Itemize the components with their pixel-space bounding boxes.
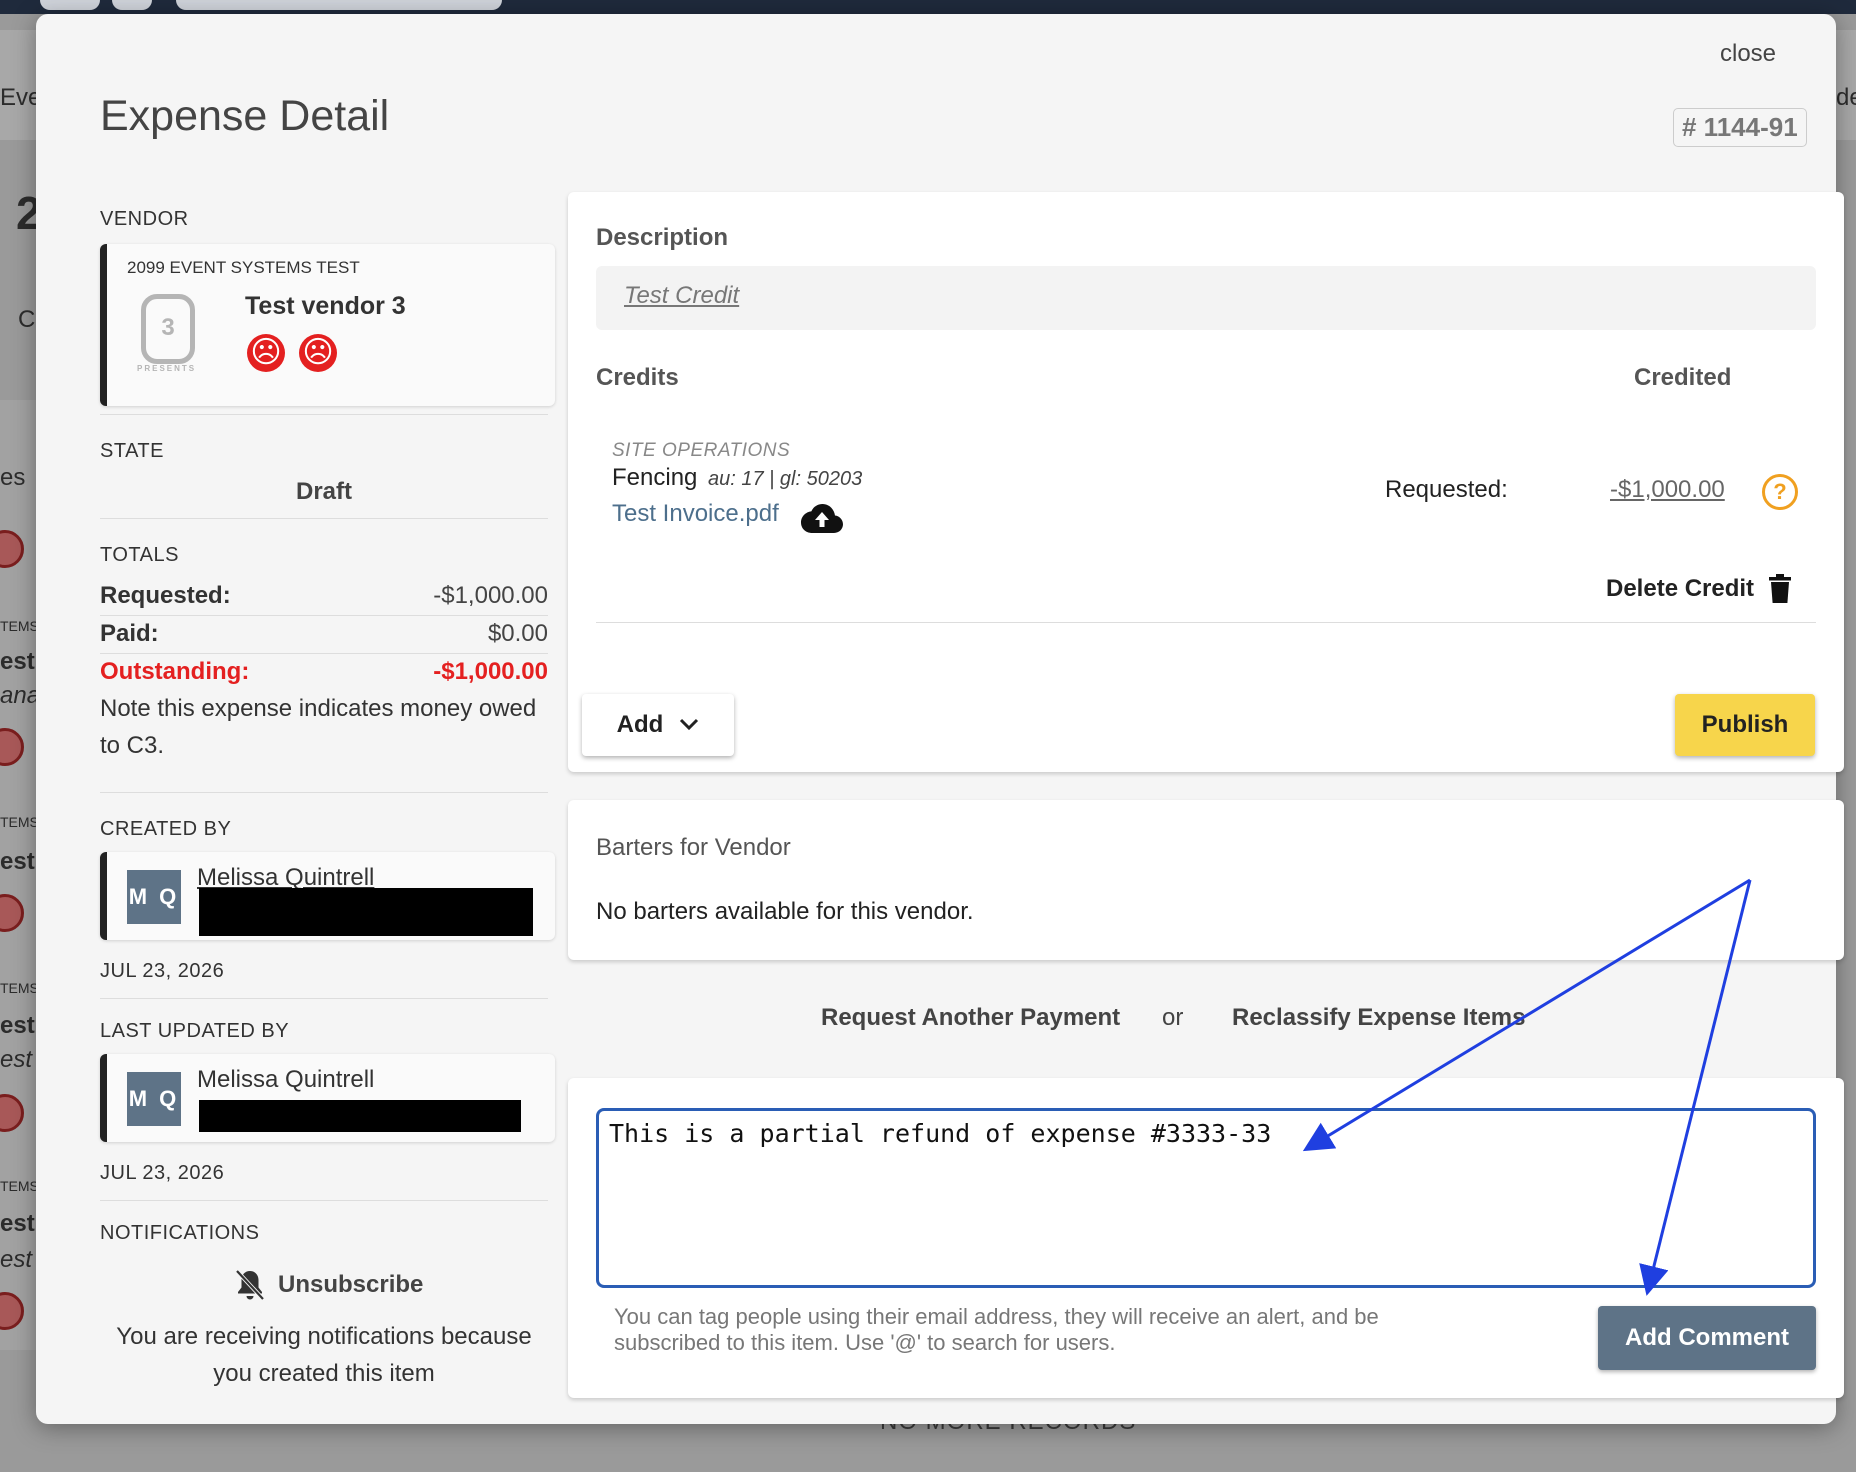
comment-help-text: You can tag people using their email add… bbox=[614, 1304, 1379, 1355]
bell-off-icon bbox=[235, 1269, 265, 1301]
add-dropdown-button[interactable]: Add bbox=[582, 694, 734, 756]
row-divider bbox=[100, 653, 548, 654]
credit-row-divider bbox=[596, 622, 1816, 623]
background-fragment: est bbox=[0, 1246, 33, 1273]
background-fragment: es bbox=[0, 464, 26, 491]
section-divider bbox=[100, 414, 548, 415]
vendor-organization: 2099 EVENT SYSTEMS TEST bbox=[127, 258, 360, 277]
description-value[interactable]: Test Credit bbox=[624, 282, 739, 310]
background-fragment: TEMS bbox=[0, 1178, 39, 1194]
totals-requested-value: -$1,000.00 bbox=[433, 582, 548, 609]
comment-panel: This is a partial refund of expense #333… bbox=[568, 1078, 1844, 1398]
created-by-card[interactable]: M Q Melissa Quintrell bbox=[100, 852, 555, 940]
credit-item-meta: au: 17 | gl: 50203 bbox=[708, 468, 863, 490]
section-divider bbox=[100, 518, 548, 519]
expense-number-badge: # 1144-91 bbox=[1673, 108, 1807, 147]
totals-requested-label: Requested: bbox=[100, 582, 231, 609]
notifications-note: You are receiving notifications because … bbox=[116, 1323, 532, 1387]
description-field[interactable]: Test Credit bbox=[596, 266, 1816, 330]
totals-note: Note this expense indicates money owed t… bbox=[100, 695, 537, 759]
last-updated-name: Melissa Quintrell bbox=[197, 1066, 375, 1093]
app-search-bar bbox=[176, 0, 502, 10]
last-updated-date: JUL 23, 2026 bbox=[100, 1162, 225, 1184]
avatar: M Q bbox=[127, 1072, 181, 1126]
section-divider bbox=[100, 792, 548, 793]
totals-requested-row: Requested: -$1,000.00 bbox=[100, 582, 548, 610]
vendor-logo-letter: 3 bbox=[161, 314, 175, 341]
background-header-fragment: de bbox=[1836, 84, 1856, 111]
credit-panel: Description Test Credit Credits Credited… bbox=[568, 192, 1844, 772]
publish-button[interactable]: Publish bbox=[1675, 694, 1815, 756]
close-link[interactable]: close bbox=[1720, 40, 1776, 68]
redacted-email bbox=[199, 1100, 521, 1132]
trash-icon bbox=[1769, 574, 1792, 603]
section-divider bbox=[100, 1200, 548, 1201]
vendor-logo-caption: PRESENTS bbox=[137, 364, 197, 373]
delete-credit-button[interactable]: Delete Credit bbox=[1606, 574, 1792, 604]
comment-textarea[interactable]: This is a partial refund of expense #333… bbox=[596, 1108, 1816, 1288]
totals-section-label: TOTALS bbox=[100, 544, 179, 566]
notifications-section-label: NOTIFICATIONS bbox=[100, 1222, 260, 1244]
background-fragment: TEMS bbox=[0, 980, 39, 996]
state-section-label: STATE bbox=[100, 440, 164, 462]
add-comment-button[interactable]: Add Comment bbox=[1598, 1306, 1816, 1370]
actions-or-text: or bbox=[1162, 1004, 1184, 1031]
row-divider bbox=[100, 615, 548, 616]
redacted-email bbox=[199, 888, 533, 936]
description-label: Description bbox=[596, 224, 729, 251]
totals-paid-label: Paid: bbox=[100, 620, 159, 647]
created-date: JUL 23, 2026 bbox=[100, 960, 225, 982]
chevron-down-icon bbox=[680, 718, 699, 731]
credited-header: Credited bbox=[1634, 364, 1732, 391]
attachment-link[interactable]: Test Invoice.pdf bbox=[612, 500, 779, 528]
expense-detail-modal: close Expense Detail # 1144-91 VENDOR 20… bbox=[36, 14, 1844, 1424]
vendor-card[interactable]: 2099 EVENT SYSTEMS TEST 3 PRESENTS Test … bbox=[100, 244, 555, 406]
sad-face-icon: ☹ bbox=[247, 334, 285, 372]
section-divider bbox=[100, 998, 548, 999]
unsubscribe-label: Unsubscribe bbox=[278, 1271, 424, 1298]
credit-department: SITE OPERATIONS bbox=[612, 440, 791, 461]
cloud-upload-icon[interactable] bbox=[800, 502, 844, 534]
app-top-tab bbox=[40, 0, 100, 10]
credit-item-name: Fencing bbox=[612, 464, 698, 491]
app-top-tab bbox=[112, 0, 152, 10]
question-circle-icon[interactable]: ? bbox=[1762, 474, 1798, 510]
totals-paid-value: $0.00 bbox=[487, 620, 548, 647]
totals-outstanding-value: -$1,000.00 bbox=[433, 658, 548, 685]
modal-title: Expense Detail bbox=[100, 92, 390, 140]
vendor-logo: 3 bbox=[141, 294, 195, 364]
reclassify-expense-items-link[interactable]: Reclassify Expense Items bbox=[1232, 1004, 1526, 1032]
sad-face-icon: ☹ bbox=[299, 334, 337, 372]
vendor-section-label: VENDOR bbox=[100, 208, 189, 230]
delete-credit-label: Delete Credit bbox=[1606, 575, 1755, 602]
barters-panel: Barters for Vendor No barters available … bbox=[568, 800, 1844, 960]
created-by-section-label: CREATED BY bbox=[100, 818, 232, 840]
vendor-name: Test vendor 3 bbox=[245, 292, 406, 320]
last-updated-section-label: LAST UPDATED BY bbox=[100, 1020, 290, 1042]
request-another-payment-link[interactable]: Request Another Payment bbox=[821, 1004, 1120, 1032]
totals-paid-row: Paid: $0.00 bbox=[100, 620, 548, 648]
totals-outstanding-label: Outstanding: bbox=[100, 658, 250, 685]
unsubscribe-button[interactable]: Unsubscribe bbox=[234, 1268, 423, 1302]
barters-empty-text: No barters available for this vendor. bbox=[596, 898, 974, 925]
state-value: Draft bbox=[295, 478, 352, 505]
credits-header: Credits bbox=[596, 364, 679, 391]
background-fragment: TEMS bbox=[0, 814, 39, 830]
credit-requested-label: Requested: bbox=[1385, 476, 1508, 503]
totals-outstanding-row: Outstanding: -$1,000.00 bbox=[100, 658, 548, 686]
avatar: M Q bbox=[127, 870, 181, 924]
barters-title: Barters for Vendor bbox=[596, 834, 791, 861]
last-updated-card[interactable]: M Q Melissa Quintrell bbox=[100, 1054, 555, 1142]
background-fragment: ana bbox=[0, 682, 41, 709]
background-fragment: TEMS bbox=[0, 618, 39, 634]
credit-requested-value[interactable]: -$1,000.00 bbox=[1610, 476, 1725, 504]
add-label: Add bbox=[616, 711, 664, 738]
